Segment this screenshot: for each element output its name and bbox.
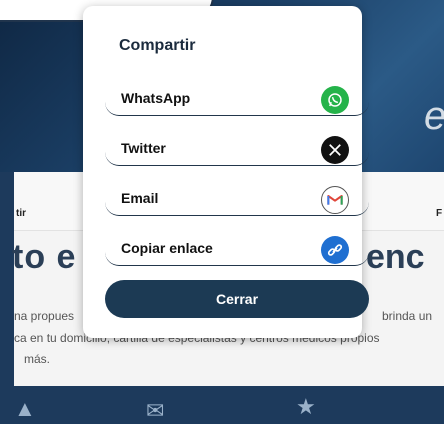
footer-nav	[14, 386, 444, 422]
share-item-label: Email	[121, 190, 159, 206]
tab-left[interactable]: tir	[16, 208, 26, 219]
share-item-label: WhatsApp	[121, 90, 191, 106]
tab-right[interactable]: F	[436, 208, 442, 219]
modal-title: Compartir	[119, 37, 196, 54]
share-twitter-item[interactable]: Twitter	[105, 130, 369, 166]
gmail-icon	[321, 186, 349, 214]
heading-right: enc	[366, 238, 425, 276]
share-modal: Compartir WhatsApp Twitter Email Copiar …	[83, 6, 369, 338]
x-twitter-icon	[321, 136, 349, 164]
link-icon	[321, 236, 349, 264]
share-item-label: Twitter	[121, 140, 166, 156]
share-item-label: Copiar enlace	[121, 240, 213, 256]
body-text-line1-left: na propues	[14, 309, 75, 323]
share-email-item[interactable]: Email	[105, 180, 369, 216]
whatsapp-icon	[321, 86, 349, 114]
share-whatsapp-item[interactable]: WhatsApp	[105, 80, 369, 116]
heading-left: to e	[12, 238, 77, 276]
close-button[interactable]: Cerrar	[105, 280, 369, 318]
hero-text: e	[424, 94, 444, 139]
body-text-line1-right: brinda un	[382, 309, 433, 323]
body-text-line3: más.	[24, 352, 51, 366]
home-icon[interactable]: ▲	[14, 396, 36, 422]
star-card-icon[interactable]: ★	[296, 394, 316, 420]
share-copy-link-item[interactable]: Copiar enlace	[105, 230, 369, 266]
left-strip	[0, 172, 14, 422]
mail-icon[interactable]: ✉	[146, 398, 164, 424]
